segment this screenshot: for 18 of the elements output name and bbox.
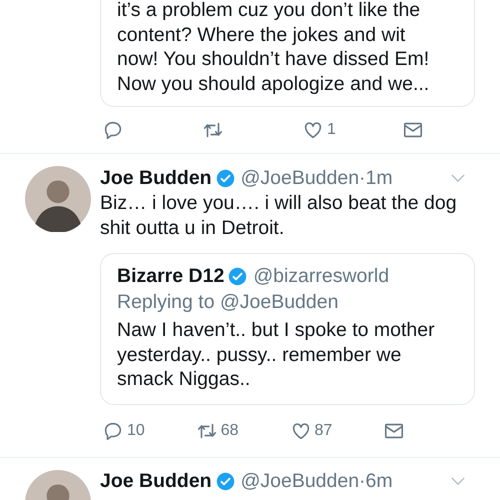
action-count: 68 [220, 422, 239, 440]
avatar-icon[interactable] [25, 166, 91, 232]
quoted-tweet-card[interactable]: Bizarre D12 @bizarresworld Replying to @JoeBudden Naw I haven’t.. but I spoke to mother yesterday.. pussy.. remember we smack Niggas.. [100, 253, 475, 404]
quoted-tweet-text: it’s a problem cuz you don’t like the content? Where the jokes and wit now! You shouldn’t have dissed Em! Now you should apologize and we... [117, 0, 430, 96]
handle-and-time: @JoeBudden·1m [240, 166, 393, 190]
author-name: Bizarre D12 [117, 264, 224, 288]
author-handle: @bizarresworld [253, 264, 390, 288]
action-count: 87 [314, 422, 332, 440]
reply-icon[interactable] [102, 119, 124, 141]
handle-and-time: @JoeBudden·6m [240, 470, 393, 493]
quoted-tweet-text: Naw I haven’t.. but I spoke to mother yesterday.. pussy.. remember we smack Niggas.. [117, 318, 436, 392]
action-count: 10 [127, 422, 145, 440]
action-count: 1 [327, 121, 336, 139]
replying-to-text: Replying to @JoeBudden [117, 291, 340, 314]
tweet-text: Biz… i love you…. i will also beat the dog shit outta u in Detroit. [100, 191, 458, 240]
author-name[interactable]: Joe Budden [100, 470, 212, 493]
quoted-tweet-card[interactable]: it’s a problem cuz you don’t like the content? Where the jokes and wit now! You shouldn’t have dissed Em! Now you should apologize and we... [100, 0, 475, 107]
author-name[interactable]: Joe Budden [100, 166, 212, 190]
